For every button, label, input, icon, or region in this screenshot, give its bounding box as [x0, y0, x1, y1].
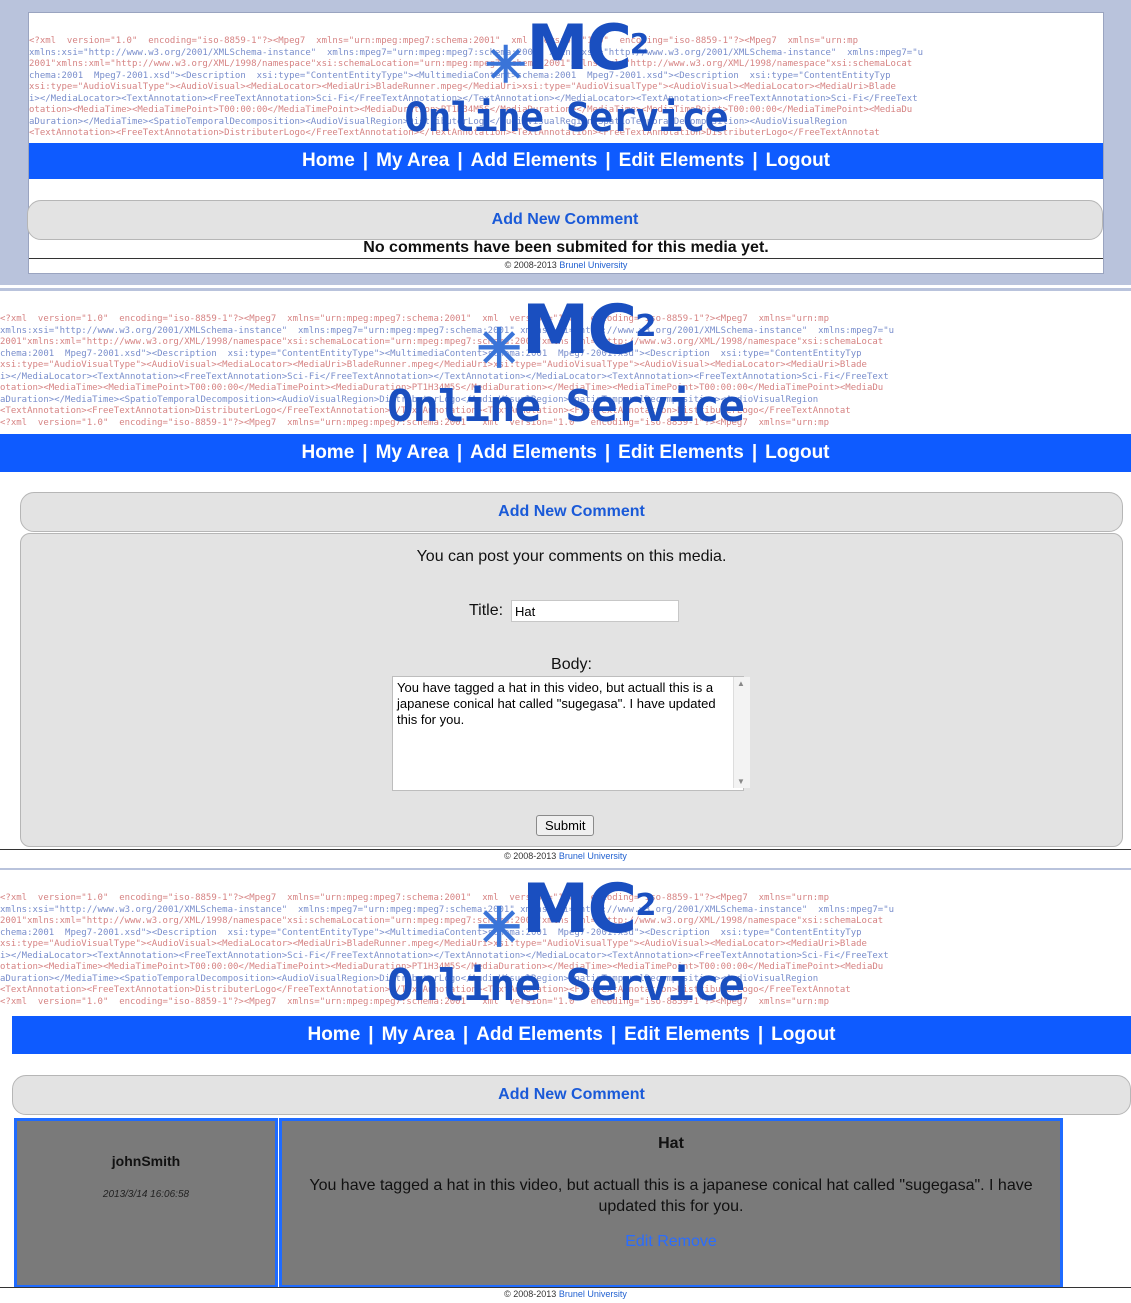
- comment-form: You can post your comments on this media…: [20, 533, 1123, 847]
- snowflake-icon: ✳: [476, 897, 522, 958]
- footer: © 2008-2013 Brunel University: [504, 851, 627, 861]
- site-logo[interactable]: ✳MC2 Online Service: [387, 297, 745, 431]
- no-comments-message: No comments have been submited for this …: [363, 239, 769, 256]
- nav-my-area[interactable]: My Area: [376, 150, 449, 171]
- footer-link-brunel[interactable]: Brunel University: [559, 851, 627, 861]
- main-nav: Home | My Area | Add Elements | Edit Elements |…: [0, 434, 1131, 472]
- remove-comment-link[interactable]: Remove: [657, 1233, 717, 1250]
- submit-button[interactable]: Submit: [536, 815, 595, 836]
- header-banner: <?xml version="1.0" encoding="iso-8859-1…: [0, 870, 1131, 1012]
- screenshot-panel-1: <?xml version="1.0" encoding="iso-8859-1…: [0, 0, 1131, 285]
- footer: © 2008-2013 Brunel University: [504, 1289, 627, 1299]
- nav-home[interactable]: Home: [301, 442, 354, 463]
- footer-divider: [29, 258, 1103, 259]
- comment-author-panel: johnSmith 2013/3/14 16:06:58: [14, 1118, 278, 1288]
- screenshot-panel-2: <?xml version="1.0" encoding="iso-8859-1…: [0, 288, 1131, 865]
- comment-actions: Edit Remove: [282, 1233, 1060, 1251]
- add-comment-toggle[interactable]: Add New Comment: [20, 492, 1123, 532]
- textarea-scrollbar[interactable]: ▲ ▼: [733, 677, 750, 788]
- nav-add-elements[interactable]: Add Elements: [470, 442, 597, 463]
- body-label: Body:: [551, 656, 592, 673]
- nav-add-elements[interactable]: Add Elements: [476, 1024, 603, 1045]
- header-banner: <?xml version="1.0" encoding="iso-8859-1…: [29, 13, 1103, 141]
- comment-title: Hat: [658, 1135, 684, 1152]
- comment-author: johnSmith: [111, 1153, 181, 1169]
- nav-logout[interactable]: Logout: [765, 442, 829, 463]
- scroll-up-icon[interactable]: ▲: [737, 679, 745, 688]
- comment-body-panel: Hat You have tagged a hat in this video,…: [279, 1118, 1063, 1288]
- nav-edit-elements[interactable]: Edit Elements: [619, 150, 745, 171]
- title-label: Title:: [469, 602, 504, 619]
- nav-my-area[interactable]: My Area: [376, 442, 449, 463]
- comment-text: You have tagged a hat in this video, but…: [309, 1177, 1033, 1215]
- logo-service-text: Online Service: [404, 95, 728, 141]
- footer: © 2008-2013 Brunel University: [504, 260, 628, 270]
- main-nav: Home | My Area | Add Elements | Edit Elements |…: [29, 143, 1103, 179]
- snowflake-icon: ✳: [476, 318, 522, 379]
- screenshot-panel-3: <?xml version="1.0" encoding="iso-8859-1…: [0, 868, 1131, 1303]
- logo-mc: MC2: [521, 291, 657, 370]
- nav-my-area[interactable]: My Area: [382, 1024, 455, 1045]
- form-intro-text: You can post your comments on this media…: [416, 548, 727, 565]
- comment-date: 2013/3/14 16:06:58: [102, 1189, 190, 1200]
- body-textarea[interactable]: [392, 676, 744, 791]
- edit-comment-link[interactable]: Edit: [625, 1233, 653, 1250]
- footer-divider: [0, 1287, 1131, 1288]
- site-logo[interactable]: ✳MC2 Online Service: [404, 17, 728, 141]
- add-comment-toggle[interactable]: Add New Comment: [12, 1075, 1131, 1115]
- logo-service-text: Online Service: [387, 960, 745, 1011]
- logo-service-text: Online Service: [387, 381, 745, 431]
- add-comment-toggle[interactable]: Add New Comment: [27, 200, 1103, 240]
- footer-link-brunel[interactable]: Brunel University: [559, 1289, 627, 1299]
- nav-edit-elements[interactable]: Edit Elements: [624, 1024, 750, 1045]
- footer-link-brunel[interactable]: Brunel University: [559, 260, 627, 270]
- title-input[interactable]: [511, 600, 679, 622]
- snowflake-icon: ✳: [484, 36, 527, 93]
- nav-home[interactable]: Home: [302, 150, 355, 171]
- scroll-down-icon[interactable]: ▼: [737, 777, 745, 786]
- main-nav: Home | My Area | Add Elements | Edit Elements |…: [12, 1016, 1131, 1054]
- page-frame: <?xml version="1.0" encoding="iso-8859-1…: [27, 12, 1104, 274]
- logo-mc: MC2: [521, 870, 657, 949]
- header-banner: <?xml version="1.0" encoding="iso-8859-1…: [0, 291, 1131, 431]
- footer-divider: [0, 849, 1131, 850]
- nav-logout[interactable]: Logout: [771, 1024, 835, 1045]
- site-logo[interactable]: ✳MC2 Online Service: [387, 876, 745, 1011]
- nav-edit-elements[interactable]: Edit Elements: [618, 442, 744, 463]
- nav-logout[interactable]: Logout: [766, 150, 830, 171]
- nav-home[interactable]: Home: [307, 1024, 360, 1045]
- logo-mc: MC2: [526, 13, 650, 84]
- nav-add-elements[interactable]: Add Elements: [471, 150, 598, 171]
